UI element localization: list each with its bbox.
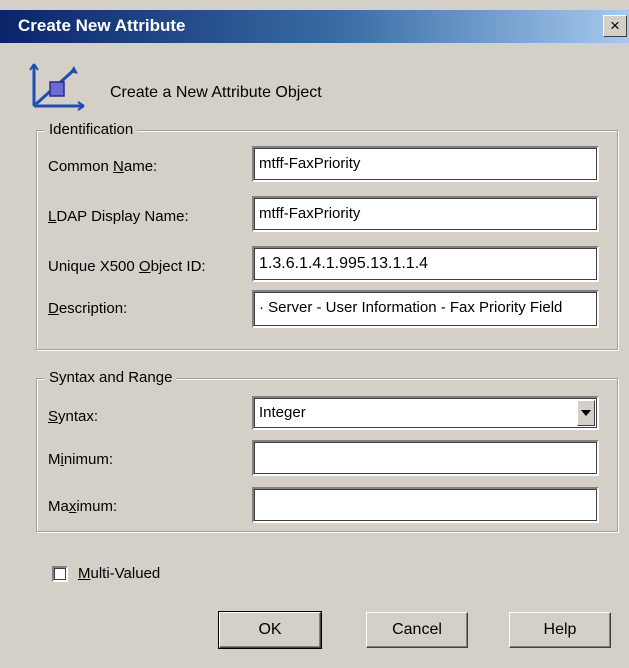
minimum-label: Minimum: <box>48 451 114 468</box>
ldap-display-name-field[interactable]: mtff-FaxPriority <box>252 196 599 232</box>
syntax-selected-value: Integer <box>259 404 306 421</box>
syntax-dropdown[interactable]: Integer <box>252 396 599 430</box>
common-name-label: Common Name: <box>48 158 158 175</box>
object-id-label: Unique X500 Object ID: <box>48 258 206 275</box>
attribute-object-icon <box>29 63 85 111</box>
close-icon: × <box>610 16 620 35</box>
multi-valued-checkbox[interactable] <box>52 566 68 582</box>
syntax-label: Syntax: <box>48 408 99 425</box>
dropdown-arrow-button[interactable] <box>577 400 595 426</box>
description-label: Description: <box>48 300 128 317</box>
close-button[interactable]: × <box>603 15 627 37</box>
title-bar[interactable]: Create New Attribute × <box>0 10 629 43</box>
identification-legend: Identification <box>45 121 138 138</box>
common-name-field[interactable]: mtff-FaxPriority <box>252 146 599 182</box>
minimum-field[interactable] <box>252 440 599 476</box>
chevron-down-icon <box>581 410 591 416</box>
cancel-button[interactable]: Cancel <box>366 612 468 648</box>
maximum-label: Maximum: <box>48 498 118 515</box>
header-caption: Create a New Attribute Object <box>110 84 322 101</box>
ok-button[interactable]: OK <box>218 611 322 649</box>
multi-valued-label[interactable]: Multi-Valued <box>78 565 160 582</box>
description-field[interactable]: · Server - User Information - Fax Priori… <box>252 290 599 328</box>
maximum-field[interactable] <box>252 487 599 523</box>
object-id-field[interactable]: 1.3.6.1.4.1.995.13.1.1.4 <box>252 246 599 282</box>
ldap-display-name-label: LDAP Display Name: <box>48 208 189 225</box>
help-button[interactable]: Help <box>509 612 611 648</box>
window-title: Create New Attribute <box>18 16 186 35</box>
syntax-range-legend: Syntax and Range <box>45 369 177 386</box>
create-new-attribute-dialog: Create New Attribute × Create a New Attr… <box>0 0 629 668</box>
